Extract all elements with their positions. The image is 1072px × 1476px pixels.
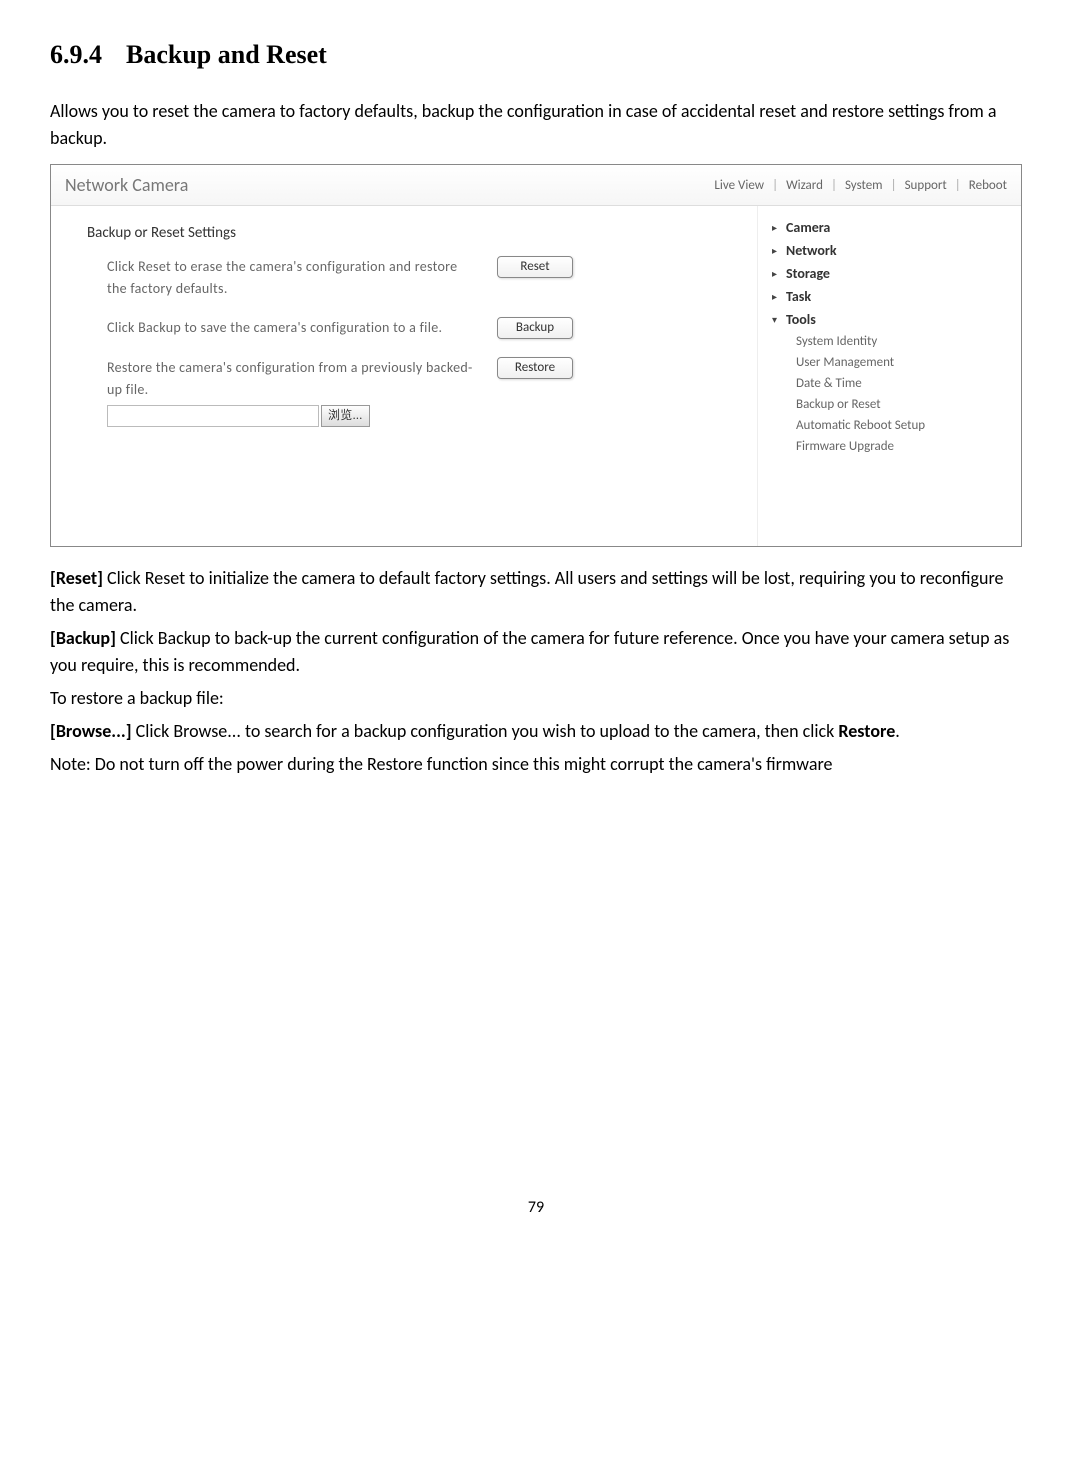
screenshot-frame: Network Camera Live View| Wizard| System… (50, 164, 1022, 547)
section-heading: 6.9.4 Backup and Reset (50, 40, 1022, 70)
note-text: Note: Do not turn off the power during t… (50, 751, 1022, 778)
sidebar-sub-auto-reboot[interactable]: Automatic Reboot Setup (796, 415, 1007, 436)
reset-button[interactable]: Reset (497, 256, 573, 278)
sidebar-label: Task (786, 288, 811, 305)
sidebar-item-task[interactable]: ▸ Task (772, 285, 1007, 308)
sidebar-sub-date-time[interactable]: Date & Time (796, 373, 1007, 394)
restore-bold: Restore (838, 720, 895, 742)
reset-desc: Click Reset to erase the camera's config… (107, 256, 497, 299)
sidebar-item-tools[interactable]: ▾ Tools (772, 308, 1007, 331)
nav-support[interactable]: Support (905, 178, 947, 193)
restore-button[interactable]: Restore (497, 357, 573, 379)
sidebar: ▸ Camera ▸ Network ▸ Storage ▸ Task ▾ To… (757, 206, 1021, 546)
browse-label: [Browse...] (50, 720, 132, 742)
main-panel: Backup or Reset Settings Click Reset to … (51, 206, 757, 546)
chevron-right-icon: ▸ (772, 290, 786, 303)
sidebar-label: Storage (786, 265, 830, 282)
backup-text: Click Backup to back-up the current conf… (50, 627, 1009, 676)
nav-system[interactable]: System (845, 178, 883, 193)
sidebar-sub-backup-reset[interactable]: Backup or Reset (796, 394, 1007, 415)
browse-button[interactable]: 浏览... (321, 405, 370, 428)
heading-number: 6.9.4 (50, 40, 102, 69)
sidebar-sub-system-identity[interactable]: System Identity (796, 331, 1007, 352)
file-input[interactable] (107, 405, 319, 427)
reset-text: Click Reset to initialize the camera to … (50, 567, 1003, 616)
screenshot-topbar: Network Camera Live View| Wizard| System… (51, 165, 1021, 206)
intro-paragraph: Allows you to reset the camera to factor… (50, 98, 1022, 152)
file-picker-row: 浏览... (107, 405, 477, 428)
nav-liveview[interactable]: Live View (714, 178, 764, 193)
backup-button[interactable]: Backup (497, 317, 573, 339)
sidebar-item-storage[interactable]: ▸ Storage (772, 262, 1007, 285)
chevron-right-icon: ▸ (772, 267, 786, 280)
heading-title: Backup and Reset (126, 40, 327, 69)
reset-label: [Reset] (50, 567, 103, 589)
restore-row: Restore the camera's configuration from … (107, 357, 729, 427)
backup-desc: Click Backup to save the camera's config… (107, 317, 497, 339)
nav-reboot[interactable]: Reboot (969, 178, 1007, 193)
browse-text: Click Browse... to search for a backup c… (132, 720, 839, 742)
chevron-right-icon: ▸ (772, 244, 786, 257)
sidebar-sub-user-management[interactable]: User Management (796, 352, 1007, 373)
sidebar-label: Camera (786, 219, 830, 236)
nav-wizard[interactable]: Wizard (786, 178, 823, 193)
app-title: Network Camera (65, 174, 188, 196)
sidebar-item-network[interactable]: ▸ Network (772, 239, 1007, 262)
backup-label: [Backup] (50, 627, 116, 649)
description-block: [Reset] Click Reset to initialize the ca… (50, 565, 1022, 778)
restore-intro: To restore a backup file: (50, 685, 1022, 712)
sidebar-item-camera[interactable]: ▸ Camera (772, 216, 1007, 239)
restore-desc: Restore the camera's configuration from … (107, 357, 497, 427)
backup-row: Click Backup to save the camera's config… (107, 317, 729, 339)
section-title: Backup or Reset Settings (87, 224, 729, 242)
screenshot-body: Backup or Reset Settings Click Reset to … (51, 206, 1021, 546)
sidebar-label: Network (786, 242, 837, 259)
sidebar-sub-firmware[interactable]: Firmware Upgrade (796, 436, 1007, 457)
chevron-right-icon: ▸ (772, 221, 786, 234)
restore-after: . (895, 720, 900, 742)
sidebar-label: Tools (786, 311, 816, 328)
chevron-down-icon: ▾ (772, 313, 786, 326)
reset-row: Click Reset to erase the camera's config… (107, 256, 729, 299)
top-nav: Live View| Wizard| System| Support| Rebo… (714, 178, 1007, 193)
page-number: 79 (50, 1198, 1022, 1217)
